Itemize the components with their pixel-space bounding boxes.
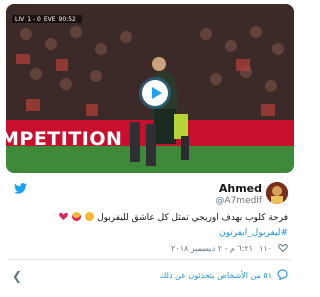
scoreboard-away: EVE <box>43 15 56 23</box>
tweet-footer[interactable]: ❮ ٥١ من الأشخاص يتحدثون عن ذلك <box>0 263 300 287</box>
tweet-meta: ١١٠ ٦:٢١ م - ٢ ديسمبر ٢٠١٨ <box>171 243 288 253</box>
avatar[interactable] <box>266 182 288 204</box>
scoreboard-clock: 90:52 <box>58 15 76 23</box>
play-icon[interactable] <box>142 80 168 106</box>
hashtag-link[interactable]: #ليفربول_ايفرتون <box>219 228 288 238</box>
avatar-image <box>266 182 288 204</box>
chevron-left-icon[interactable]: ❮ <box>12 269 22 283</box>
author-name[interactable]: Ahmed <box>219 182 262 195</box>
tweet-timestamp[interactable]: ٦:٢١ م - ٢ ديسمبر ٢٠١٨ <box>171 244 253 253</box>
scoreboard: LIV 1 - 0 EVE 90:52 <box>12 15 82 23</box>
author-handle[interactable]: @A7medlf <box>215 196 262 206</box>
comment-bubble-icon[interactable] <box>277 269 288 280</box>
twitter-bird-icon[interactable] <box>14 183 27 194</box>
tweet-text: فرحة كلوب بهدف اوريجي تمثل كل عاشق لليفر… <box>14 212 288 223</box>
heart-icon[interactable] <box>278 243 288 253</box>
conversation-link[interactable]: ٥١ من الأشخاص يتحدثون عن ذلك <box>160 271 272 280</box>
tweet-video[interactable]: LIV 1 - 0 EVE 90:52 MPETITION <box>6 4 294 173</box>
crying-face-emoji-icon <box>85 212 95 221</box>
red-heart-emoji-icon <box>59 212 69 221</box>
scoreboard-home: LIV <box>15 15 25 23</box>
divider <box>8 259 292 260</box>
like-count[interactable]: ١١٠ <box>259 244 272 253</box>
scoreboard-score: 1 - 0 <box>27 15 41 23</box>
heart-eyes-emoji-icon <box>72 212 82 221</box>
tweet-body: فرحة كلوب بهدف اوريجي تمثل كل عاشق لليفر… <box>97 213 288 223</box>
stadium-banner-text: MPETITION <box>6 128 123 150</box>
